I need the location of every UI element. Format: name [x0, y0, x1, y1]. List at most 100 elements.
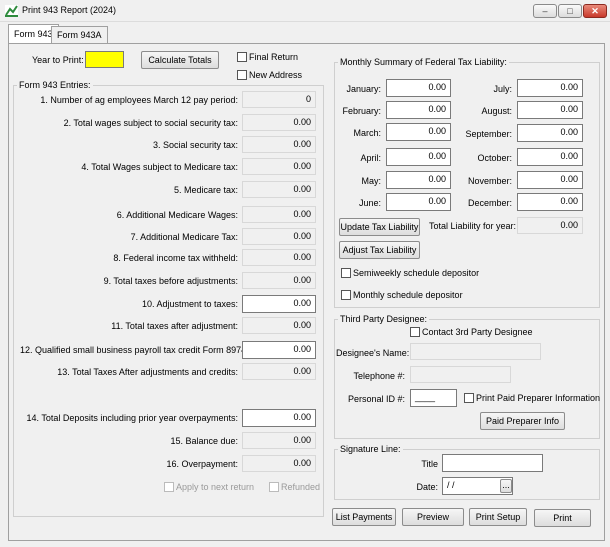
jul-label: July: — [493, 84, 512, 94]
apr-input[interactable]: 0.00 — [386, 148, 451, 166]
oct-label: October: — [477, 153, 512, 163]
sig-date-label: Date: — [416, 482, 438, 492]
line11-label: 11. Total taxes after adjustment: — [111, 321, 238, 331]
feb-input[interactable]: 0.00 — [386, 101, 451, 119]
line2-value: 0.00 — [242, 114, 316, 131]
jan-input[interactable]: 0.00 — [386, 79, 451, 97]
line5-label: 5. Medicare tax: — [173, 185, 238, 195]
telephone-input[interactable] — [410, 366, 511, 383]
semiweekly-label: Semiweekly schedule depositor — [353, 268, 480, 278]
final-return-label: Final Return — [249, 52, 299, 62]
line5-value: 0.00 — [242, 181, 316, 198]
monthly-depositor-checkbox[interactable] — [341, 290, 351, 300]
total-liability-value: 0.00 — [517, 217, 583, 234]
line7-value: 0.00 — [242, 228, 316, 245]
feb-label: February: — [342, 106, 381, 116]
line12-label: 12. Qualified small business payroll tax… — [20, 345, 249, 355]
entries-group-title: Form 943 Entries: — [17, 80, 93, 90]
contact-designee-checkbox[interactable] — [410, 327, 420, 337]
line13-label: 13. Total Taxes After adjustments and cr… — [57, 367, 238, 377]
telephone-label: Telephone #: — [353, 371, 405, 381]
line11-value: 0.00 — [242, 317, 316, 334]
jan-label: January: — [346, 84, 381, 94]
refunded-label: Refunded — [281, 482, 321, 492]
jun-label: June: — [358, 198, 381, 208]
nov-input[interactable]: 0.00 — [517, 171, 583, 189]
nov-label: November: — [467, 176, 512, 186]
sig-title-input[interactable] — [442, 454, 543, 472]
sep-input[interactable]: 0.00 — [517, 124, 583, 142]
line10-label: 10. Adjustment to taxes: — [141, 299, 238, 309]
line9-value: 0.00 — [242, 272, 316, 289]
calculate-totals-button[interactable]: Calculate Totals — [141, 51, 219, 69]
designee-name-label: Designee's Name: — [336, 348, 410, 358]
sig-title-label: Title — [421, 459, 438, 469]
may-input[interactable]: 0.00 — [386, 171, 451, 189]
signature-group-title: Signature Line: — [338, 444, 403, 454]
designee-name-input[interactable] — [410, 343, 541, 360]
line1-label: 1. Number of ag employees March 12 pay p… — [40, 95, 238, 105]
year-input[interactable] — [85, 51, 124, 68]
oct-input[interactable]: 0.00 — [517, 148, 583, 166]
monthly-depositor-label: Monthly schedule depositor — [353, 290, 463, 300]
print-setup-button[interactable]: Print Setup — [469, 508, 527, 526]
preview-button[interactable]: Preview — [402, 508, 464, 526]
line1-value: 0 — [242, 91, 316, 108]
line8-value: 0.00 — [242, 249, 316, 266]
total-liability-label: Total Liability for year: — [429, 221, 517, 231]
line6-value: 0.00 — [242, 206, 316, 223]
new-address-label: New Address — [249, 70, 303, 80]
mar-input[interactable]: 0.00 — [386, 123, 451, 141]
aug-input[interactable]: 0.00 — [517, 101, 583, 119]
update-tax-liability-button[interactable]: Update Tax Liability — [339, 218, 420, 236]
dec-input[interactable]: 0.00 — [517, 193, 583, 211]
minimize-icon[interactable]: ‒ — [533, 4, 557, 18]
line10-input[interactable]: 0.00 — [242, 295, 316, 313]
new-address-checkbox[interactable] — [237, 70, 247, 80]
contact-designee-label: Contact 3rd Party Designee — [422, 327, 533, 337]
line16-value: 0.00 — [242, 455, 316, 472]
app-icon — [5, 5, 18, 17]
line13-value: 0.00 — [242, 363, 316, 380]
adjust-tax-liability-button[interactable]: Adjust Tax Liability — [339, 241, 420, 259]
sep-label: September: — [465, 129, 512, 139]
line3-value: 0.00 — [242, 136, 316, 153]
list-payments-button[interactable]: List Payments — [332, 508, 396, 526]
apply-next-return-checkbox[interactable] — [164, 482, 174, 492]
line4-label: 4. Total Wages subject to Medicare tax: — [81, 162, 238, 172]
final-return-checkbox[interactable] — [237, 52, 247, 62]
print-preparer-label: Print Paid Preparer Information — [476, 393, 601, 403]
jun-input[interactable]: 0.00 — [386, 193, 451, 211]
close-icon[interactable]: ✕ — [583, 4, 607, 18]
line3-label: 3. Social security tax: — [152, 140, 238, 150]
aug-label: August: — [481, 106, 512, 116]
line9-label: 9. Total taxes before adjustments: — [103, 276, 238, 286]
line6-label: 6. Additional Medicare Wages: — [116, 210, 238, 220]
apply-next-return-label: Apply to next return — [176, 482, 255, 492]
personal-id-label: Personal ID #: — [347, 394, 405, 404]
third-party-group-title: Third Party Designee: — [338, 314, 430, 324]
semiweekly-checkbox[interactable] — [341, 268, 351, 278]
tab-form-943a[interactable]: Form 943A — [51, 26, 108, 43]
personal-id-input[interactable]: ____ — [410, 389, 457, 407]
may-label: May: — [361, 176, 381, 186]
line14-input[interactable]: 0.00 — [242, 409, 316, 427]
line15-value: 0.00 — [242, 432, 316, 449]
year-label: Year to Print: — [32, 55, 84, 65]
paid-preparer-info-button[interactable]: Paid Preparer Info — [480, 412, 565, 430]
maximize-icon[interactable]: □ — [558, 4, 582, 18]
window-title: Print 943 Report (2024) — [22, 5, 117, 15]
line4-value: 0.00 — [242, 158, 316, 175]
line14-label: 14. Total Deposits including prior year … — [26, 413, 238, 423]
refunded-checkbox[interactable] — [269, 482, 279, 492]
mar-label: March: — [353, 128, 381, 138]
apr-label: April: — [360, 153, 381, 163]
print-button[interactable]: Print — [534, 509, 591, 527]
print-preparer-checkbox[interactable] — [464, 393, 474, 403]
line2-label: 2. Total wages subject to social securit… — [63, 118, 238, 128]
date-picker-button[interactable]: ... — [500, 479, 512, 493]
line12-input[interactable]: 0.00 — [242, 341, 316, 359]
line15-label: 15. Balance due: — [170, 436, 238, 446]
jul-input[interactable]: 0.00 — [517, 79, 583, 97]
line7-label: 7. Additional Medicare Tax: — [130, 232, 238, 242]
